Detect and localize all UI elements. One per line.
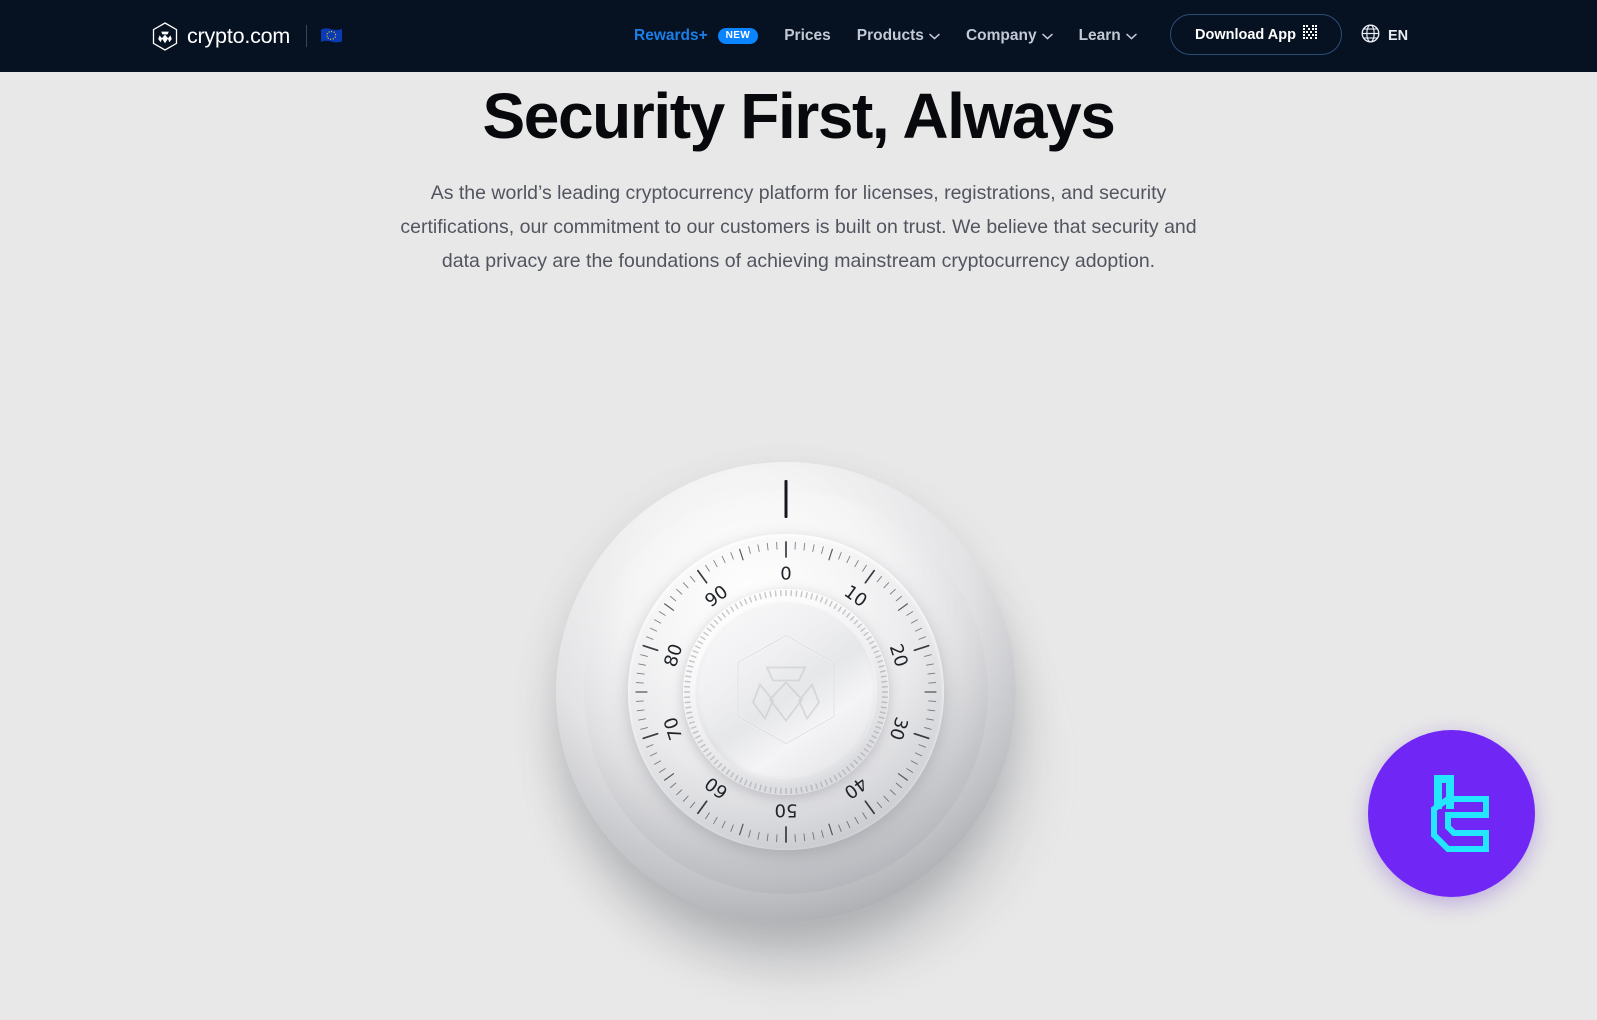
main-navigation: Rewards+ NEW Prices Products Company Lea… (634, 0, 1163, 72)
language-selector[interactable]: EN (1361, 24, 1408, 48)
qr-code-icon (1303, 25, 1317, 44)
nav-item-prices-label: Prices (784, 27, 831, 45)
cyan-bracket-logo-icon (1404, 763, 1500, 864)
nav-item-learn-label: Learn (1079, 27, 1121, 45)
nav-item-learn[interactable]: Learn (1079, 27, 1137, 45)
brand-logo-group[interactable]: crypto.com (152, 22, 342, 51)
safe-combination-dial-illustration: 0102030405060708090 (480, 400, 1120, 1020)
brand-name: crypto.com (187, 24, 290, 49)
eu-flag-icon (321, 28, 342, 44)
nav-item-prices[interactable]: Prices (784, 27, 831, 45)
nav-item-company[interactable]: Company (966, 27, 1053, 45)
download-app-label: Download App (1195, 27, 1296, 43)
dial-number-ring[interactable]: 0102030405060708090 (628, 534, 944, 850)
nav-badge-new: NEW (718, 28, 759, 44)
nav-item-products-label: Products (857, 27, 924, 45)
dial-knob-face (695, 601, 877, 783)
dial-knurled-knob[interactable] (683, 589, 889, 795)
chat-widget-button[interactable] (1368, 730, 1535, 897)
safe-outer-plate: 0102030405060708090 (556, 462, 1016, 922)
page-title: Security First, Always (0, 82, 1597, 151)
crypto-com-hexagon-logo-icon (734, 633, 838, 752)
nav-item-rewards-label: Rewards+ (634, 27, 708, 45)
globe-icon (1361, 24, 1380, 48)
nav-item-company-label: Company (966, 27, 1037, 45)
nav-item-products[interactable]: Products (857, 27, 940, 45)
download-app-button[interactable]: Download App (1170, 14, 1342, 55)
chevron-down-icon (1042, 27, 1053, 45)
chevron-down-icon (1126, 27, 1137, 45)
site-header: crypto.com Rewar (0, 0, 1597, 72)
language-label: EN (1388, 28, 1408, 44)
nav-item-rewards[interactable]: Rewards+ (634, 27, 708, 45)
page-subtitle: As the world’s leading cryptocurrency pl… (399, 176, 1199, 278)
chevron-down-icon (929, 27, 940, 45)
svg-text:50: 50 (775, 800, 798, 821)
brand-divider (306, 25, 307, 47)
svg-text:0: 0 (780, 564, 791, 585)
crypto-com-hexagon-logo-icon (152, 22, 178, 51)
dial-index-mark (785, 480, 788, 518)
